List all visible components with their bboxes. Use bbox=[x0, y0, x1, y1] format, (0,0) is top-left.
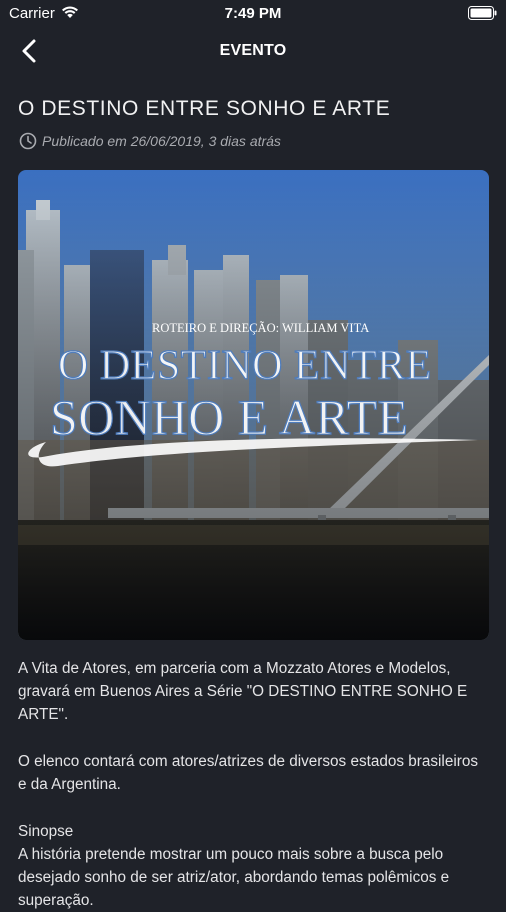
article-body: A Vita de Atores, em parceria com a Mozz… bbox=[18, 657, 488, 912]
synopsis-text: A história pretende mostrar um pouco mai… bbox=[18, 846, 450, 909]
nav-bar: EVENTO bbox=[0, 28, 506, 74]
status-bar: Carrier 7:49 PM bbox=[0, 0, 506, 28]
article-paragraph: A Vita de Atores, em parceria com a Mozz… bbox=[18, 660, 468, 723]
banner-credit: ROTEIRO E DIREÇÃO: WILLIAM VITA bbox=[152, 321, 369, 335]
synopsis-heading: Sinopse bbox=[18, 823, 74, 840]
article-paragraph: O elenco contará com atores/atrizes de d… bbox=[18, 753, 478, 793]
clock-time: 7:49 PM bbox=[224, 5, 282, 22]
clock-icon bbox=[19, 132, 37, 150]
banner-title-line2: SONHO E ARTE bbox=[50, 389, 409, 445]
article-title: O DESTINO ENTRE SONHO E ARTE bbox=[18, 97, 391, 120]
event-banner-image: ROTEIRO E DIREÇÃO: WILLIAM VITA O DESTIN… bbox=[18, 170, 489, 640]
banner-title-line1: O DESTINO ENTRE bbox=[58, 343, 432, 389]
nav-title: EVENTO bbox=[219, 42, 287, 59]
published-date: Publicado em 26/06/2019, 3 dias atrás bbox=[42, 133, 281, 149]
battery-icon bbox=[468, 6, 497, 20]
